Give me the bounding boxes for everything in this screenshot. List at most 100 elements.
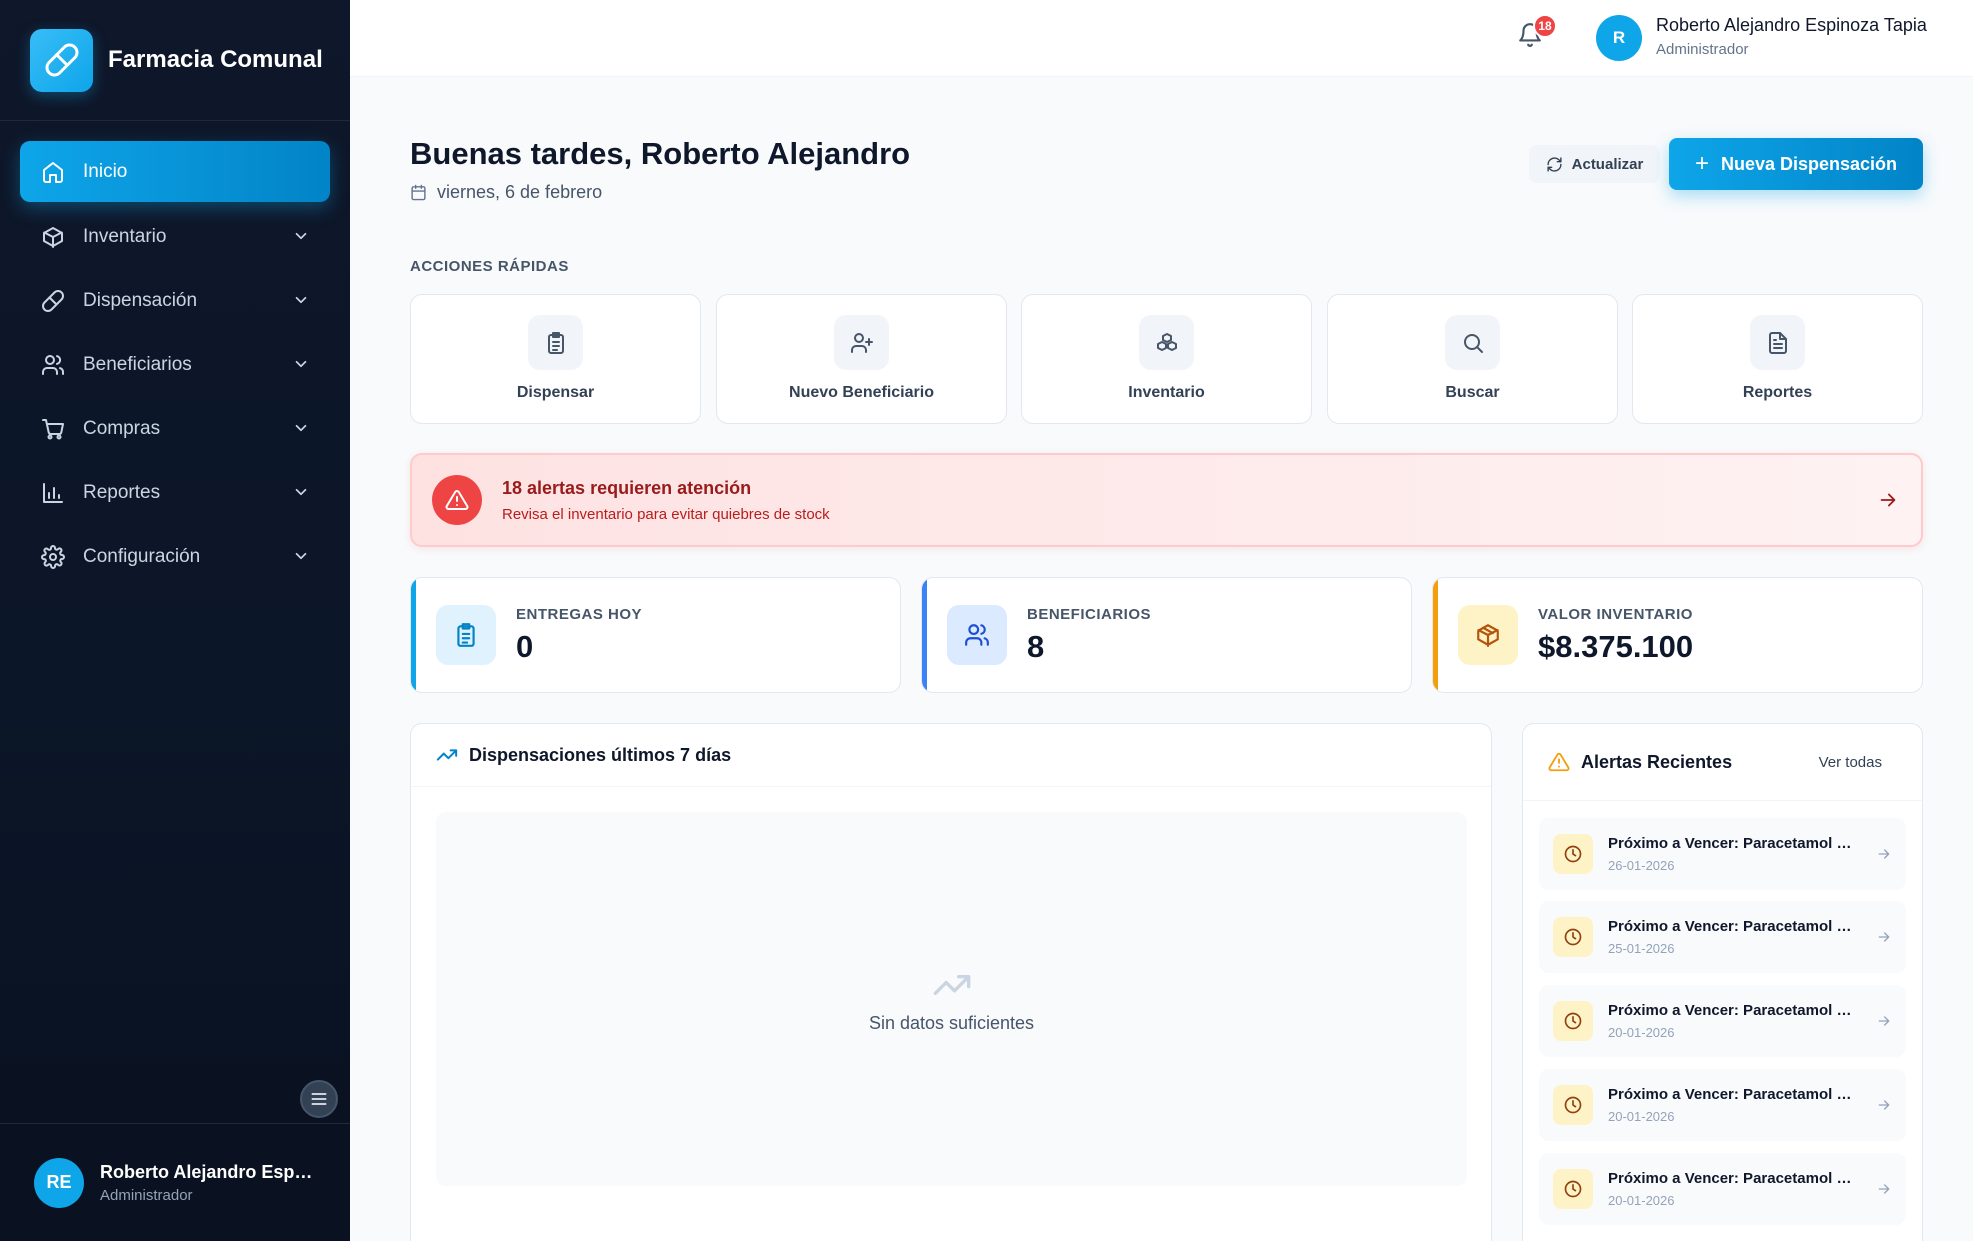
arrow-right-icon xyxy=(1878,1016,1890,1026)
warning-icon xyxy=(432,475,482,525)
quick-action-buscar[interactable]: Buscar xyxy=(1327,294,1618,424)
clock-icon xyxy=(1553,1085,1593,1125)
chevron-down-icon xyxy=(295,424,307,432)
header-user-name[interactable]: Roberto Alejandro Espinoza Tapia xyxy=(1656,15,1927,36)
brand[interactable]: Farmacia Comunal xyxy=(0,0,350,121)
alerts-banner-title: 18 alertas requieren atención xyxy=(502,477,752,498)
arrow-right-icon xyxy=(1878,932,1890,942)
box-icon xyxy=(1458,605,1518,665)
alerts-banner[interactable]: 18 alertas requieren atención Revisa el … xyxy=(410,453,1923,547)
list-item[interactable]: Próximo a Vencer: Paracetamol 500mg 25-0… xyxy=(1539,901,1906,973)
alert-item-date: 26-01-2026 xyxy=(1608,858,1675,873)
users-icon xyxy=(947,605,1007,665)
notification-count-badge: 18 xyxy=(1533,14,1557,38)
stat-label: ENTREGAS HOY xyxy=(516,605,643,623)
topbar: 18 R Roberto Alejandro Espinoza Tapia Ad… xyxy=(350,0,1973,77)
quick-action-label: Buscar xyxy=(1445,384,1500,401)
dispensations-chart-card: Dispensaciones últimos 7 días Sin datos … xyxy=(410,723,1492,1241)
user-plus-icon xyxy=(834,315,889,370)
quick-action-label: Nuevo Beneficiario xyxy=(789,384,934,401)
trending-up-icon xyxy=(436,749,458,761)
alerts-banner-subtitle: Revisa el inventario para evitar quiebre… xyxy=(502,505,830,523)
chart-empty-state: Sin datos suficientes xyxy=(436,812,1467,1186)
menu-icon xyxy=(311,1093,327,1105)
refresh-icon xyxy=(1547,156,1562,172)
stat-label: BENEFICIARIOS xyxy=(1027,605,1152,623)
list-item[interactable]: Próximo a Vencer: Paracetamol 500mg 26-0… xyxy=(1539,818,1906,890)
see-all-link[interactable]: Ver todas xyxy=(1819,754,1882,771)
stat-card-valor-inventario: VALOR INVENTARIO $8.375.100 xyxy=(1432,577,1923,693)
quick-action-dispensar[interactable]: Dispensar xyxy=(410,294,701,424)
alert-item-date: 20-01-2026 xyxy=(1608,1109,1675,1124)
search-icon xyxy=(1445,315,1500,370)
clock-icon xyxy=(1553,917,1593,957)
chart-title: Dispensaciones últimos 7 días xyxy=(469,744,732,765)
sidebar-item-label: Inventario xyxy=(83,225,167,247)
gear-icon xyxy=(40,544,66,570)
plus-icon: + xyxy=(1694,150,1709,177)
sidebar-item-label: Compras xyxy=(83,417,161,439)
sidebar-item-compras[interactable]: Compras xyxy=(20,398,330,459)
quick-action-inventario[interactable]: Inventario xyxy=(1021,294,1312,424)
stat-accent-bar xyxy=(1433,578,1438,692)
chevron-down-icon xyxy=(295,552,307,560)
chevron-down-icon xyxy=(295,296,307,304)
brand-name: Farmacia Comunal xyxy=(108,46,323,73)
sidebar-item-label: Inicio xyxy=(83,160,128,182)
arrow-right-icon[interactable] xyxy=(1877,489,1899,511)
calendar-icon xyxy=(411,184,426,201)
sidebar-item-label: Dispensación xyxy=(83,289,198,311)
quick-actions-title: ACCIONES RÁPIDAS xyxy=(410,258,569,275)
quick-action-reportes[interactable]: Reportes xyxy=(1632,294,1923,424)
recent-alerts-title: Alertas Recientes xyxy=(1581,751,1733,772)
chevron-down-icon xyxy=(295,488,307,496)
alert-item-date: 20-01-2026 xyxy=(1608,1025,1675,1040)
chevron-down-icon xyxy=(295,232,307,240)
home-icon xyxy=(40,159,66,185)
stat-card-entregas: ENTREGAS HOY 0 xyxy=(410,577,901,693)
warning-icon xyxy=(1548,752,1570,772)
sidebar-user[interactable]: RE Roberto Alejandro Espinoza Tapia Admi… xyxy=(0,1123,350,1241)
sidebar-item-dispensacion[interactable]: Dispensación xyxy=(20,270,330,331)
alert-item-title: Próximo a Vencer: Paracetamol 500mg xyxy=(1608,1002,1856,1019)
box-icon xyxy=(40,224,66,250)
sidebar-user-role: Administrador xyxy=(100,1186,193,1204)
new-dispensation-button[interactable]: + Nueva Dispensación xyxy=(1669,138,1923,190)
clock-icon xyxy=(1553,834,1593,874)
alert-item-title: Próximo a Vencer: Paracetamol 500mg xyxy=(1608,918,1856,935)
sidebar-user-name: Roberto Alejandro Espinoza Tapia xyxy=(100,1161,315,1182)
list-item[interactable]: Próximo a Vencer: Paracetamol 500mg 20-0… xyxy=(1539,1153,1906,1225)
list-item[interactable]: Próximo a Vencer: Paracetamol 500mg 20-0… xyxy=(1539,1069,1906,1141)
alert-item-date: 25-01-2026 xyxy=(1608,941,1675,956)
clipboard-icon xyxy=(528,315,583,370)
trending-up-icon xyxy=(933,974,970,995)
alert-item-title: Próximo a Vencer: Paracetamol 500mg xyxy=(1608,1170,1856,1187)
avatar[interactable]: R xyxy=(1596,15,1642,61)
quick-action-nuevo-beneficiario[interactable]: Nuevo Beneficiario xyxy=(716,294,1007,424)
new-dispensation-label: Nueva Dispensación xyxy=(1720,153,1898,174)
arrow-right-icon xyxy=(1878,1184,1890,1194)
clock-icon xyxy=(1553,1169,1593,1209)
pill-icon xyxy=(40,288,66,314)
bar-chart-icon xyxy=(40,480,66,506)
pill-logo-icon xyxy=(30,28,93,92)
list-item[interactable]: Próximo a Vencer: Paracetamol 500mg 20-0… xyxy=(1539,985,1906,1057)
stat-label: VALOR INVENTARIO xyxy=(1538,605,1693,623)
refresh-button[interactable]: Actualizar xyxy=(1529,145,1660,183)
boxes-icon xyxy=(1139,315,1194,370)
current-date: viernes, 6 de febrero xyxy=(410,182,602,203)
stat-accent-bar xyxy=(922,578,927,692)
collapse-sidebar-button[interactable] xyxy=(300,1080,338,1118)
stat-value: 0 xyxy=(516,628,534,664)
cart-icon xyxy=(40,416,66,442)
sidebar-item-label: Reportes xyxy=(83,481,161,503)
sidebar-item-reportes[interactable]: Reportes xyxy=(20,462,330,523)
sidebar-item-beneficiarios[interactable]: Beneficiarios xyxy=(20,334,330,395)
arrow-right-icon xyxy=(1878,1100,1890,1110)
clipboard-icon xyxy=(436,605,496,665)
sidebar-item-inicio[interactable]: Inicio xyxy=(20,141,330,202)
alert-item-date: 20-01-2026 xyxy=(1608,1193,1675,1208)
stat-accent-bar xyxy=(411,578,416,692)
sidebar-item-configuracion[interactable]: Configuración xyxy=(20,526,330,587)
sidebar-item-inventario[interactable]: Inventario xyxy=(20,206,330,267)
